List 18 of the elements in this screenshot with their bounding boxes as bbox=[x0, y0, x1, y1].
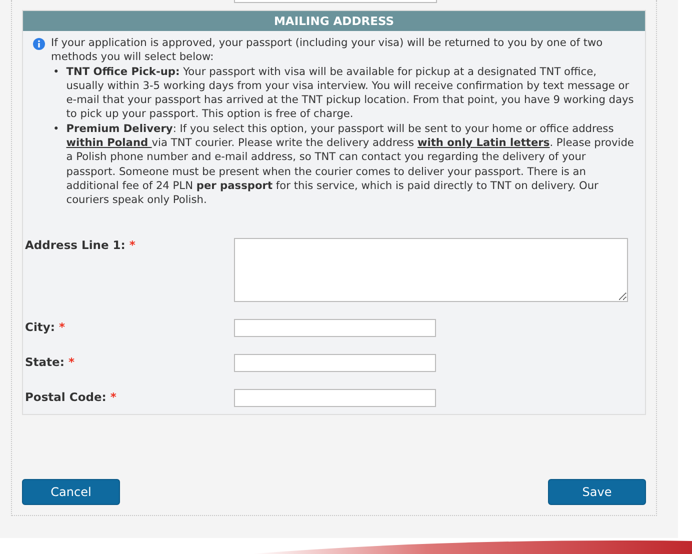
info-icon bbox=[33, 38, 45, 50]
info-bullet: TNT Office Pick-up: Your passport with visa will be available for pickup at a designated TNT office, usually within 3-5 working days from your visa interview. You will receive confirmation by text message or e-mail that your passport has arrived at the TNT pickup location. From that point, you have 9 working days to pick up your passport. This option is free of charge. bbox=[66, 64, 635, 122]
textarea-field[interactable] bbox=[234, 238, 628, 302]
info-text: If your application is approved, your passport (including your visa) will be returned to you by one of two methods you will select below: bbox=[51, 36, 604, 65]
field-label: Address Line 1: * bbox=[25, 238, 136, 254]
input-field[interactable] bbox=[234, 388, 436, 407]
save-button[interactable]: Save bbox=[548, 478, 646, 505]
bullet-marker: • bbox=[53, 64, 60, 80]
field-label: City: * bbox=[25, 320, 66, 336]
cancel-button[interactable]: Cancel bbox=[22, 478, 120, 505]
bullet-marker: • bbox=[53, 122, 60, 137]
section-header: MAILING ADDRESS bbox=[23, 11, 645, 31]
field-label: State: * bbox=[25, 354, 76, 371]
input-field[interactable] bbox=[234, 0, 437, 3]
field-label: Postal Code: * bbox=[25, 390, 118, 406]
input-field[interactable] bbox=[234, 318, 436, 337]
input-field[interactable] bbox=[234, 354, 436, 372]
info-bullet: Premium Delivery: If you select this option, your passport will be sent to your home or office address within Poland via TNT courier. Please write the delivery address with only Latin letters. Please provide a Polish phone number and e-mail address, so TNT can contact you regarding the delivery of your passport. Someone must be present when the courier comes to deliver your passport. There is an additional fee of 24 PLN per passport for this service, which is paid directly to TNT on delivery. Our couriers speak only Polish. bbox=[66, 122, 635, 208]
